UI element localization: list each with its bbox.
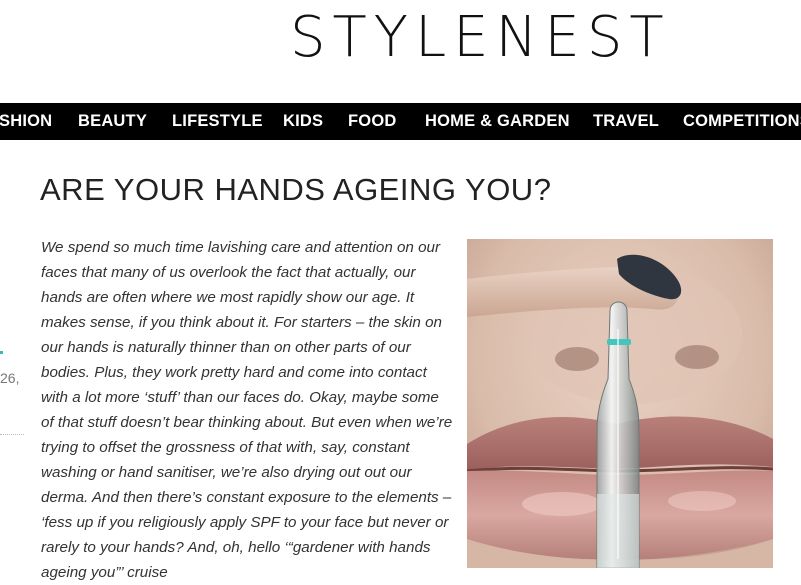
article-title: ARE YOUR HANDS AGEING YOU? (40, 172, 552, 207)
main-nav: SHION BEAUTY LIFESTYLE KIDS FOOD HOME & … (0, 103, 801, 140)
nav-home-garden[interactable]: HOME & GARDEN (425, 103, 570, 140)
nav-competitions[interactable]: COMPETITIONS (683, 103, 801, 140)
article-body: We spend so much time lavishing care and… (41, 239, 453, 581)
sidebar-accent-mark (0, 351, 3, 354)
nav-beauty[interactable]: BEAUTY (78, 103, 147, 140)
sidebar-divider (0, 434, 24, 435)
face-with-ampoule-illustration (467, 239, 773, 568)
nav-lifestyle[interactable]: LIFESTYLE (172, 103, 263, 140)
nav-fashion[interactable]: SHION (0, 103, 52, 140)
site-logo[interactable]: STYLENEST (290, 4, 671, 72)
nav-food[interactable]: FOOD (348, 103, 396, 140)
article-hero-image (467, 239, 773, 568)
nav-travel[interactable]: TRAVEL (593, 103, 659, 140)
sidebar-date-fragment: 26, (0, 370, 20, 386)
nav-kids[interactable]: KIDS (283, 103, 323, 140)
